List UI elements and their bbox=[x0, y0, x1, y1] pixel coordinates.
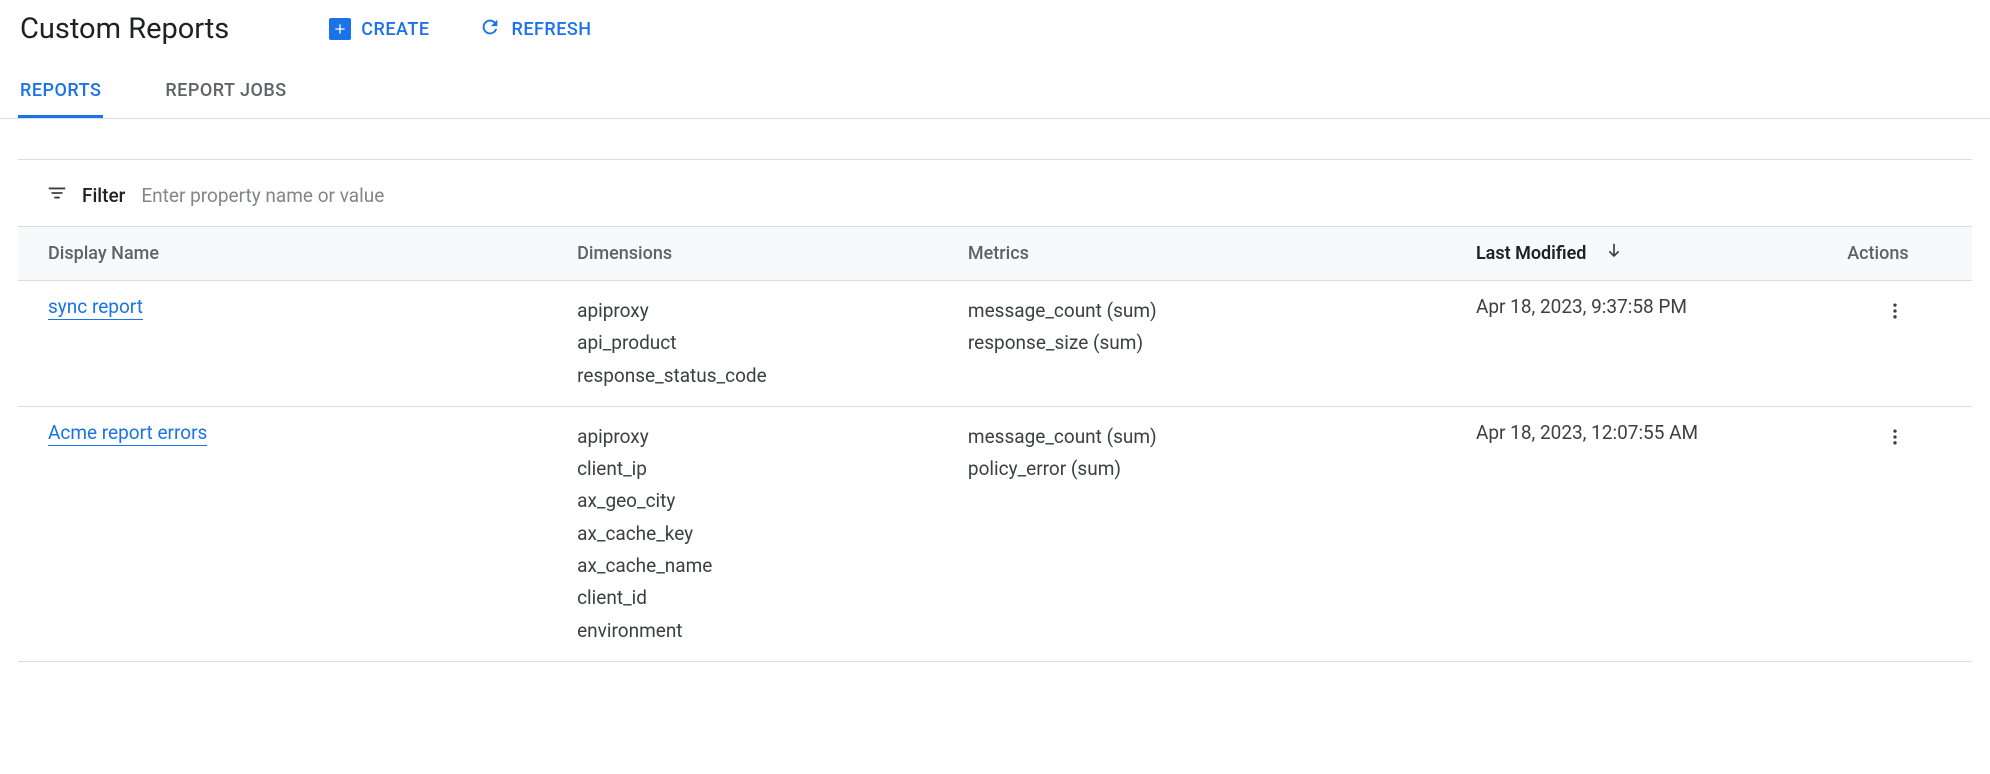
metrics-cell: message_count (sum)policy_error (sum) bbox=[956, 406, 1464, 661]
dimensions-cell: apiproxyclient_ipax_geo_cityax_cache_key… bbox=[565, 406, 956, 661]
dimension-value: ax_geo_city bbox=[577, 485, 944, 517]
dimensions-cell: apiproxyapi_productresponse_status_code bbox=[565, 281, 956, 407]
dimension-value: apiproxy bbox=[577, 295, 944, 327]
dimension-value: client_id bbox=[577, 582, 944, 614]
metric-value: policy_error (sum) bbox=[968, 453, 1452, 485]
col-header-last-modified-label: Last Modified bbox=[1476, 243, 1587, 264]
metric-value: response_size (sum) bbox=[968, 327, 1452, 359]
header-bar: Custom Reports CREATE REFRESH bbox=[0, 0, 1990, 68]
create-button[interactable]: CREATE bbox=[329, 18, 429, 40]
plus-icon bbox=[329, 18, 351, 40]
refresh-button-label: REFRESH bbox=[511, 19, 591, 40]
report-name-link[interactable]: sync report bbox=[48, 295, 143, 320]
metric-value: message_count (sum) bbox=[968, 295, 1452, 327]
filter-bar: Filter bbox=[18, 159, 1972, 226]
dimension-value: environment bbox=[577, 615, 944, 647]
col-header-display-name[interactable]: Display Name bbox=[18, 227, 565, 281]
kebab-icon bbox=[1885, 309, 1905, 324]
filter-label: Filter bbox=[82, 184, 125, 207]
table-row: Acme report errors apiproxyclient_ipax_ge… bbox=[18, 406, 1972, 661]
last-modified-cell: Apr 18, 2023, 12:07:55 AM bbox=[1464, 406, 1835, 661]
last-modified-cell: Apr 18, 2023, 9:37:58 PM bbox=[1464, 281, 1835, 407]
table-header-row: Display Name Dimensions Metrics Last Mod… bbox=[18, 227, 1972, 281]
col-header-dimensions[interactable]: Dimensions bbox=[565, 227, 956, 281]
tab-report-jobs[interactable]: REPORT JOBS bbox=[163, 68, 288, 118]
filter-input[interactable] bbox=[139, 183, 539, 208]
tabs: REPORTS REPORT JOBS bbox=[0, 68, 1990, 119]
refresh-icon bbox=[479, 16, 501, 43]
metric-value: message_count (sum) bbox=[968, 421, 1452, 453]
create-button-label: CREATE bbox=[361, 19, 429, 40]
page-title: Custom Reports bbox=[20, 12, 229, 46]
dimension-value: client_ip bbox=[577, 453, 944, 485]
refresh-button[interactable]: REFRESH bbox=[479, 16, 591, 43]
filter-icon bbox=[46, 182, 68, 208]
content-area: Filter Display Name Dimensions Metrics L… bbox=[0, 119, 1990, 662]
metrics-cell: message_count (sum)response_size (sum) bbox=[956, 281, 1464, 407]
arrow-down-icon bbox=[1604, 241, 1624, 266]
col-header-actions: Actions bbox=[1835, 227, 1972, 281]
row-actions-button[interactable] bbox=[1879, 421, 1911, 456]
table-row: sync reportapiproxyapi_productresponse_s… bbox=[18, 281, 1972, 407]
actions-cell bbox=[1835, 281, 1972, 407]
report-name-link[interactable]: Acme report errors bbox=[48, 421, 207, 446]
actions-cell bbox=[1835, 406, 1972, 661]
col-header-last-modified[interactable]: Last Modified bbox=[1464, 227, 1835, 281]
reports-table: Display Name Dimensions Metrics Last Mod… bbox=[18, 226, 1972, 662]
dimension-value: api_product bbox=[577, 327, 944, 359]
dimension-value: ax_cache_key bbox=[577, 518, 944, 550]
dimension-value: apiproxy bbox=[577, 421, 944, 453]
dimension-value: response_status_code bbox=[577, 360, 944, 392]
tab-reports[interactable]: REPORTS bbox=[18, 68, 103, 118]
header-actions: CREATE REFRESH bbox=[329, 16, 591, 43]
dimension-value: ax_cache_name bbox=[577, 550, 944, 582]
col-header-metrics[interactable]: Metrics bbox=[956, 227, 1464, 281]
kebab-icon bbox=[1885, 435, 1905, 450]
row-actions-button[interactable] bbox=[1879, 295, 1911, 330]
